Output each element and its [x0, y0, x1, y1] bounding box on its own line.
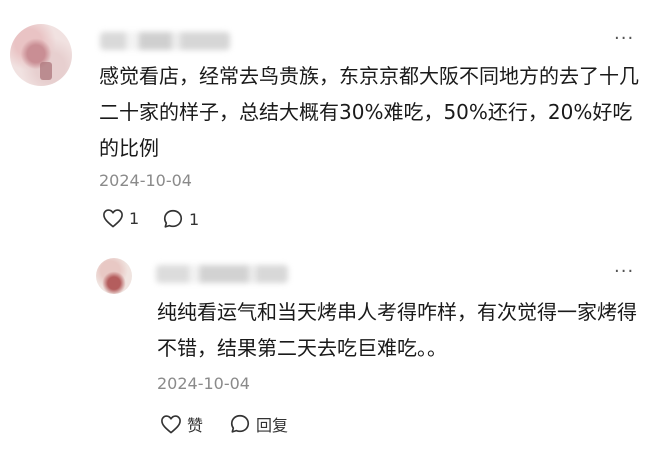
speech-bubble-icon [230, 414, 250, 433]
reply-date: 2024-10-04 [157, 374, 250, 393]
comment-like-count: 1 [129, 208, 140, 228]
comment-date: 2024-10-04 [99, 171, 192, 190]
reply-more-options-icon[interactable]: ··· [614, 263, 634, 281]
reply-reply-label: 回复 [256, 416, 289, 435]
comment-like-button[interactable]: 1 [102, 208, 139, 228]
reply-like-label: 赞 [187, 416, 204, 435]
comment-more-options-icon[interactable]: ··· [614, 30, 634, 48]
commenter-name-blurred[interactable] [100, 32, 230, 50]
reply-text: 纯纯看运气和当天烤串人考得咋样，有次觉得一家烤得不错，结果第二天去吃巨难吃。。 [157, 300, 637, 360]
commenter-avatar[interactable] [10, 24, 72, 86]
heart-icon [103, 209, 123, 228]
speech-bubble-icon [163, 209, 183, 228]
comment-text: 感觉看店，经常去鸟贵族，东京京都大阪不同地方的去了十几二十家的样子，总结大概有3… [99, 64, 639, 160]
replier-name-blurred[interactable] [156, 265, 288, 283]
reply-like-button[interactable]: 赞 [160, 412, 203, 436]
reply-reply-button[interactable]: 回复 [229, 412, 288, 436]
comment-reply-count: 1 [189, 209, 200, 229]
replier-avatar[interactable] [96, 258, 132, 294]
comment-reply-button[interactable]: 1 [162, 208, 199, 230]
heart-icon [161, 415, 181, 434]
